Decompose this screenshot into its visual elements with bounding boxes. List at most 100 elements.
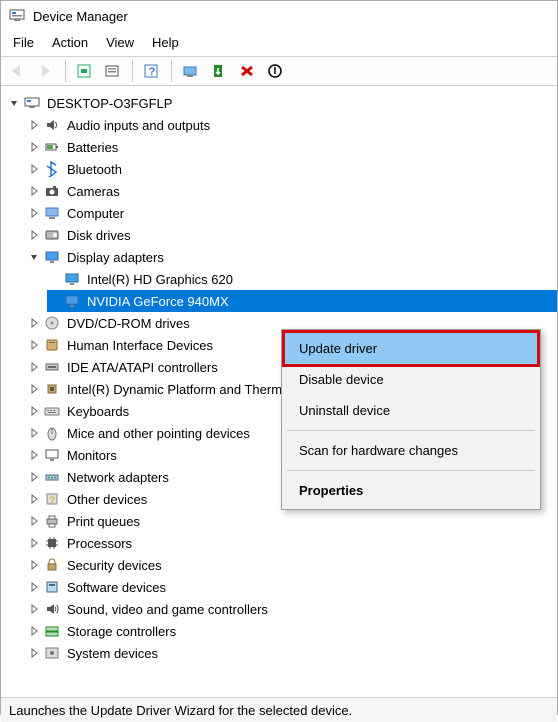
svg-text:?: ? [49, 495, 54, 505]
category-label: Keyboards [67, 404, 129, 419]
expand-icon[interactable] [27, 228, 41, 242]
expand-icon[interactable] [27, 536, 41, 550]
category-label: IDE ATA/ATAPI controllers [67, 360, 218, 375]
collapse-icon[interactable] [27, 250, 41, 264]
disable-button[interactable] [262, 59, 288, 83]
other-icon: ? [43, 491, 61, 507]
device-label: Intel(R) HD Graphics 620 [87, 272, 233, 287]
window-title: Device Manager [33, 9, 128, 24]
cpu-icon [43, 535, 61, 551]
expand-icon[interactable] [27, 602, 41, 616]
sound-icon [43, 601, 61, 617]
tree-row-cat-22[interactable]: System devices [27, 642, 557, 664]
expand-icon[interactable] [27, 184, 41, 198]
tree-row-cat-20[interactable]: Sound, video and game controllers [27, 598, 557, 620]
tree-row-cat-21[interactable]: Storage controllers [27, 620, 557, 642]
context-item-scan-for-hardware-changes[interactable]: Scan for hardware changes [285, 435, 537, 466]
scan-hardware-button[interactable] [178, 59, 204, 83]
expand-icon[interactable] [27, 558, 41, 572]
category-label: Audio inputs and outputs [67, 118, 210, 133]
printer-icon [43, 513, 61, 529]
category-label: Print queues [67, 514, 140, 529]
security-icon [43, 557, 61, 573]
tree-row-cat-6-child-0[interactable]: Intel(R) HD Graphics 620 [47, 268, 557, 290]
category-label: Disk drives [67, 228, 131, 243]
menu-view[interactable]: View [106, 35, 134, 50]
tree-row-cat-3[interactable]: Cameras [27, 180, 557, 202]
expand-icon[interactable] [27, 514, 41, 528]
context-item-disable-device[interactable]: Disable device [285, 364, 537, 395]
root-icon [23, 95, 41, 111]
expand-icon[interactable] [27, 624, 41, 638]
display-icon [63, 293, 81, 309]
context-item-uninstall-device[interactable]: Uninstall device [285, 395, 537, 426]
context-item-update-driver[interactable]: Update driver [282, 330, 540, 367]
monitor-icon [43, 447, 61, 463]
expand-icon[interactable] [27, 316, 41, 330]
tree-row-cat-1[interactable]: Batteries [27, 136, 557, 158]
expand-icon[interactable] [27, 162, 41, 176]
tree-row-cat-4[interactable]: Computer [27, 202, 557, 224]
category-label: Sound, video and game controllers [67, 602, 268, 617]
expand-icon[interactable] [27, 426, 41, 440]
expand-icon[interactable] [27, 338, 41, 352]
tree-row-cat-19[interactable]: Software devices [27, 576, 557, 598]
expand-icon[interactable] [27, 470, 41, 484]
category-label: Display adapters [67, 250, 164, 265]
menu-action[interactable]: Action [52, 35, 88, 50]
category-label: DVD/CD-ROM drives [67, 316, 190, 331]
expand-icon[interactable] [27, 140, 41, 154]
expand-icon[interactable] [27, 360, 41, 374]
collapse-icon[interactable] [7, 96, 21, 110]
menu-help[interactable]: Help [152, 35, 179, 50]
expand-icon[interactable] [27, 382, 41, 396]
uninstall-button[interactable] [234, 59, 260, 83]
show-hidden-button[interactable] [72, 59, 98, 83]
tree-row-cat-6-child-1[interactable]: NVIDIA GeForce 940MX [47, 290, 557, 312]
display-icon [63, 271, 81, 287]
device-label: NVIDIA GeForce 940MX [87, 294, 229, 309]
category-label: Processors [67, 536, 132, 551]
keyboard-icon [43, 403, 61, 419]
tree-row-cat-17[interactable]: Processors [27, 532, 557, 554]
expand-icon[interactable] [27, 492, 41, 506]
category-label: Network adapters [67, 470, 169, 485]
expand-icon[interactable] [27, 448, 41, 462]
bluetooth-icon [43, 161, 61, 177]
expand-icon[interactable] [27, 580, 41, 594]
help-button[interactable]: ? [139, 59, 165, 83]
app-icon [9, 8, 25, 24]
tree-row-cat-6[interactable]: Display adapters [27, 246, 557, 268]
audio-icon [43, 117, 61, 133]
category-label: Software devices [67, 580, 166, 595]
tree-row-cat-16[interactable]: Print queues [27, 510, 557, 532]
category-label: System devices [67, 646, 158, 661]
category-label: Computer [67, 206, 124, 221]
category-label: Mice and other pointing devices [67, 426, 250, 441]
expand-icon[interactable] [27, 646, 41, 660]
tree-row-cat-5[interactable]: Disk drives [27, 224, 557, 246]
update-driver-button[interactable] [206, 59, 232, 83]
toolbar-separator [171, 60, 172, 82]
menu-separator [287, 470, 535, 471]
network-icon [43, 469, 61, 485]
properties-button[interactable] [100, 59, 126, 83]
context-menu: Update driverDisable deviceUninstall dev… [281, 329, 541, 510]
tree-row-root[interactable]: DESKTOP-O3FGFLP [7, 92, 557, 114]
expand-icon[interactable] [27, 118, 41, 132]
expand-icon[interactable] [27, 206, 41, 220]
menu-file[interactable]: File [13, 35, 34, 50]
tree-row-cat-18[interactable]: Security devices [27, 554, 557, 576]
back-button[interactable] [5, 59, 31, 83]
category-label: Batteries [67, 140, 118, 155]
expand-icon[interactable] [27, 404, 41, 418]
forward-button[interactable] [33, 59, 59, 83]
tree-row-cat-2[interactable]: Bluetooth [27, 158, 557, 180]
tree-row-cat-0[interactable]: Audio inputs and outputs [27, 114, 557, 136]
battery-icon [43, 139, 61, 155]
status-text: Launches the Update Driver Wizard for th… [9, 703, 352, 718]
category-label: Bluetooth [67, 162, 122, 177]
category-label: Human Interface Devices [67, 338, 213, 353]
category-label: Cameras [67, 184, 120, 199]
context-item-properties[interactable]: Properties [285, 475, 537, 506]
